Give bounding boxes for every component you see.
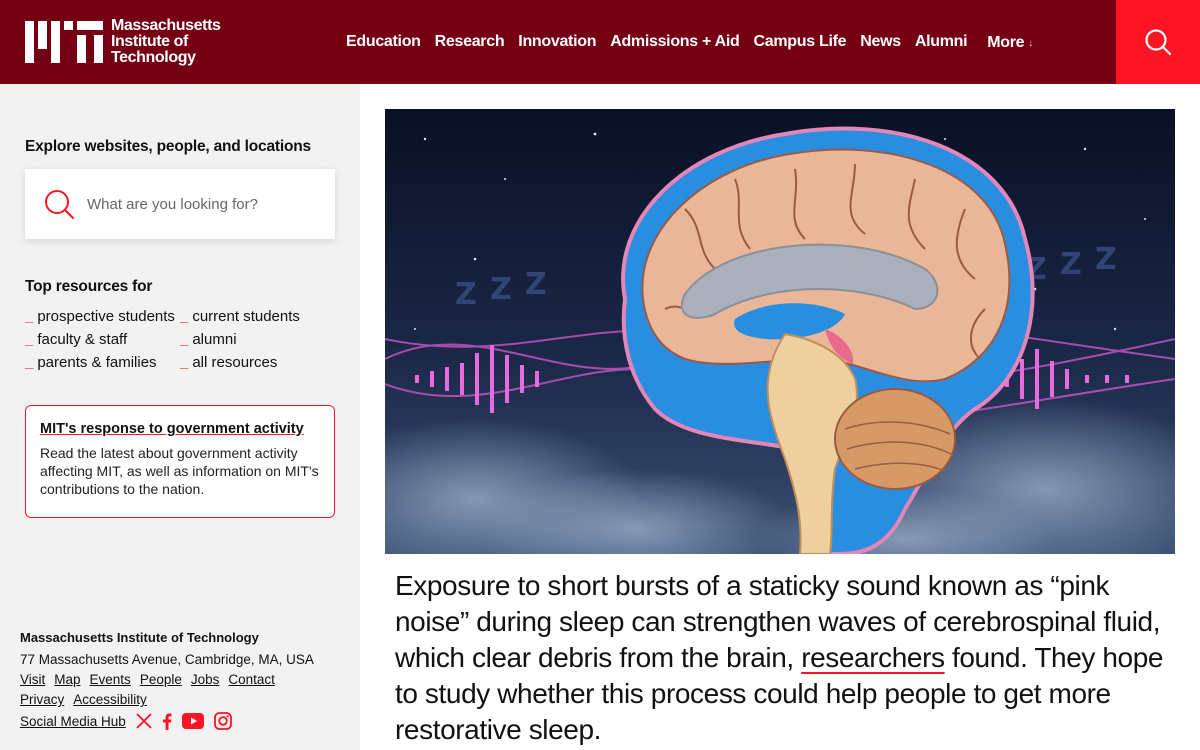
search-icon: [45, 190, 74, 219]
dash-marker: _: [25, 354, 34, 371]
social-row: Social Media Hub: [20, 712, 314, 730]
dash-marker: _: [180, 308, 189, 325]
resource-link-current-students[interactable]: _ current students: [180, 308, 330, 325]
dash-marker: _: [25, 331, 34, 348]
svg-text:Z: Z: [455, 277, 477, 312]
resources-list: _ prospective students _ current students …: [25, 308, 330, 371]
resources-title: Top resources for: [25, 278, 153, 295]
explore-title: Explore websites, people, and locations: [25, 138, 311, 155]
notice-title-link[interactable]: MIT's response to government activity: [40, 421, 304, 437]
resource-link-parents-families[interactable]: _ parents & families: [25, 354, 180, 371]
government-notice-card: MIT's response to government activity Re…: [25, 405, 335, 518]
mit-logo-mark: [25, 21, 103, 63]
footer-link-contact[interactable]: Contact: [228, 672, 275, 687]
researchers-link[interactable]: researchers: [801, 642, 945, 673]
dash-marker: _: [25, 308, 34, 325]
hero-caption: Exposure to short bursts of a staticky s…: [395, 568, 1165, 748]
site-header: Massachusetts Institute of Technology Ed…: [0, 0, 1200, 84]
header-search-button[interactable]: [1116, 0, 1200, 84]
svg-text:Z: Z: [1095, 242, 1117, 277]
sidebar: Explore websites, people, and locations …: [0, 84, 360, 750]
resource-label: prospective students: [37, 308, 175, 325]
footer-link-accessibility[interactable]: Accessibility: [73, 692, 147, 707]
nav-admissions-aid[interactable]: Admissions + Aid: [610, 33, 740, 51]
arrow-down-icon: ↓: [1028, 37, 1033, 49]
brain-illustration: ZZZ ZZZ: [385, 109, 1175, 554]
x-icon[interactable]: [136, 713, 152, 729]
resource-link-prospective-students[interactable]: _ prospective students: [25, 308, 180, 325]
main-nav: Education Research Innovation Admissions…: [346, 0, 1047, 84]
svg-text:Z: Z: [525, 267, 547, 302]
footer-link-privacy[interactable]: Privacy: [20, 692, 64, 707]
footer-link-people[interactable]: People: [140, 672, 182, 687]
nav-research[interactable]: Research: [435, 33, 505, 51]
instagram-icon[interactable]: [213, 712, 232, 730]
resource-link-faculty-staff[interactable]: _ faculty & staff: [25, 331, 180, 348]
nav-innovation[interactable]: Innovation: [518, 33, 596, 51]
resource-link-alumni[interactable]: _ alumni: [180, 331, 330, 348]
footer-links-row: Privacy Accessibility: [20, 692, 314, 707]
resource-label: alumni: [192, 331, 237, 348]
svg-text:Z: Z: [490, 272, 512, 307]
footer-link-events[interactable]: Events: [90, 672, 131, 687]
footer-address: 77 Massachusetts Avenue, Cambridge, MA, …: [20, 652, 314, 667]
footer-link-map[interactable]: Map: [54, 672, 80, 687]
nav-education[interactable]: Education: [346, 33, 421, 51]
resource-label: parents & families: [37, 354, 157, 371]
footer-link-visit[interactable]: Visit: [20, 672, 45, 687]
notice-body: Read the latest about government activit…: [40, 445, 319, 497]
nav-news[interactable]: News: [860, 33, 901, 51]
footer-link-jobs[interactable]: Jobs: [191, 672, 220, 687]
resource-label: faculty & staff: [37, 331, 128, 348]
resource-link-all-resources[interactable]: _ all resources: [180, 354, 330, 371]
social-media-hub-link[interactable]: Social Media Hub: [20, 714, 126, 729]
nav-more-label: More: [987, 34, 1025, 51]
logo-line: Technology: [111, 49, 196, 66]
sidebar-search-input[interactable]: [87, 195, 307, 213]
footer-institution-name: Massachusetts Institute of Technology: [20, 630, 259, 645]
dash-marker: _: [180, 354, 189, 371]
footer-links-row: Visit Map Events People Jobs Contact: [20, 672, 314, 687]
sidebar-search-box: [25, 169, 335, 239]
facebook-icon[interactable]: [162, 713, 172, 730]
resource-label: all resources: [192, 354, 278, 371]
logo-line: Massachusetts: [111, 17, 221, 34]
dash-marker: _: [180, 331, 189, 348]
sidebar-footer: Massachusetts Institute of Technology 77…: [20, 630, 314, 730]
logo-line: Institute of: [111, 33, 188, 50]
hero-image[interactable]: ZZZ ZZZ: [385, 109, 1175, 554]
mit-logo[interactable]: Massachusetts Institute of Technology: [25, 18, 221, 66]
svg-text:Z: Z: [1060, 247, 1082, 282]
youtube-icon[interactable]: [181, 713, 204, 729]
nav-more-button[interactable]: More ↓: [987, 34, 1033, 52]
resource-label: current students: [192, 308, 300, 325]
nav-alumni[interactable]: Alumni: [915, 33, 968, 51]
logo-text: Massachusetts Institute of Technology: [111, 18, 221, 66]
nav-campus-life[interactable]: Campus Life: [754, 33, 847, 51]
search-icon: [1145, 29, 1172, 56]
